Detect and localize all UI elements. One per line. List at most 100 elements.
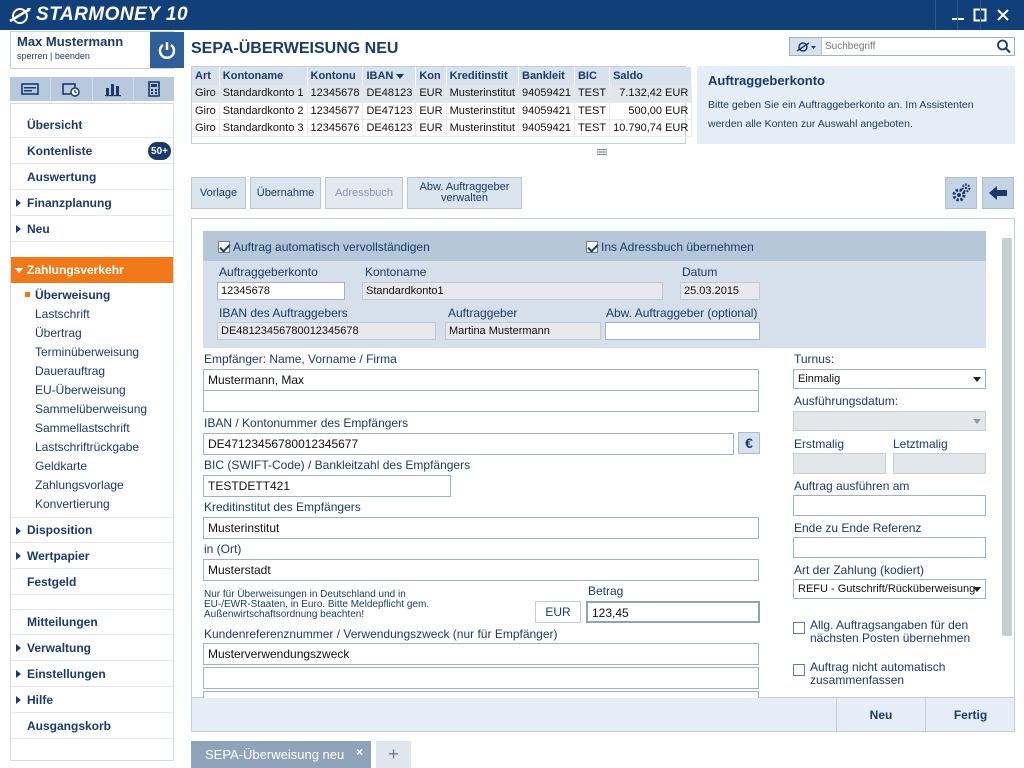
cell-kreditinstitut: Musterinstitut <box>446 102 520 120</box>
nav-item-mitteilungen[interactable]: Mitteilungen <box>11 609 173 635</box>
exec-date-select[interactable] <box>793 411 986 431</box>
settings-button[interactable] <box>945 177 977 209</box>
subnav-item-terminueberweisung[interactable]: Terminüberweisung <box>35 342 139 361</box>
no-merge-checkbox[interactable] <box>793 664 805 676</box>
add-tab-button[interactable]: + <box>376 741 411 768</box>
search-scope-dropdown[interactable] <box>790 38 822 55</box>
payment-type-select[interactable]: REFU - Gutschrift/Rücküberweisung <box>793 579 986 599</box>
city-field[interactable]: Musterstadt <box>203 559 759 581</box>
col-header-art[interactable]: Art <box>192 67 220 85</box>
to-addressbook-checkbox[interactable] <box>586 241 598 253</box>
nav-item-einstellungen[interactable]: Einstellungen <box>11 661 173 687</box>
exec-on-field[interactable] <box>793 495 986 516</box>
nav-item-wertpapier[interactable]: Wertpapier <box>11 543 173 569</box>
subnav-item-ueberweisung[interactable]: Überweisung <box>25 285 110 304</box>
subnav-item-sammelueberweisung[interactable]: Sammelüberweisung <box>35 399 147 418</box>
recipient-name2-field[interactable] <box>203 390 759 412</box>
nav-item-kontenliste[interactable]: Kontenliste 50+ <box>11 138 173 164</box>
col-header-bic[interactable]: BIC <box>574 67 611 85</box>
nav-item-neu[interactable]: Neu <box>11 216 173 242</box>
first-date-label: Erstmalig <box>794 437 845 451</box>
purpose-field-3[interactable] <box>203 691 759 698</box>
table-row[interactable]: Giro Standardkonto 1 12345678 DE48123 EU… <box>192 85 693 103</box>
nav-item-label: Verwaltung <box>27 640 92 655</box>
abw-sender-field[interactable] <box>605 322 760 340</box>
col-header-saldo[interactable]: Saldo <box>609 67 693 85</box>
search-box <box>789 37 1015 56</box>
subnav-item-lastschrift[interactable]: Lastschrift <box>35 304 90 323</box>
nav-item-zahlungsverkehr[interactable]: Zahlungsverkehr <box>11 257 173 283</box>
col-header-bankleitzahl[interactable]: Bankleit <box>518 67 575 85</box>
subnav-item-lastschriftrueckgabe[interactable]: Lastschriftrückgabe <box>35 437 139 456</box>
auto-complete-checkbox[interactable] <box>218 241 230 253</box>
subnav-item-geldkarte[interactable]: Geldkarte <box>35 456 87 475</box>
table-row[interactable]: Giro Standardkonto 2 12345677 DE47123 EU… <box>192 102 693 120</box>
user-links[interactable]: sperren | beenden <box>17 51 90 61</box>
fertig-button[interactable]: Fertig <box>925 698 1015 732</box>
cell-kontoname: Standardkonto 1 <box>219 85 308 103</box>
turnus-select[interactable]: Einmalig <box>793 369 986 389</box>
quick-calculator-button[interactable] <box>134 77 174 101</box>
amount-field[interactable]: 123,45 <box>586 601 760 623</box>
starmoney-logo-icon <box>9 7 31 24</box>
expand-arrow-icon <box>16 644 21 652</box>
euro-calculator-button[interactable]: € <box>738 432 760 454</box>
search-icon[interactable] <box>996 39 1012 54</box>
purpose-field-2[interactable] <box>203 667 759 689</box>
first-date-field[interactable] <box>793 453 886 474</box>
user-box: Max Mustermann sperren | beenden <box>10 31 184 69</box>
col-header-kontonummer[interactable]: Kontonu <box>307 67 364 85</box>
bank-label: Kreditinstitut des Empfängers <box>204 500 361 514</box>
search-input[interactable] <box>822 38 992 55</box>
app-brand: STARMONEY 10 <box>8 4 188 26</box>
subnav-item-sammellastschrift[interactable]: Sammellastschrift <box>35 418 130 437</box>
last-date-field[interactable] <box>893 453 986 474</box>
cell-art: Giro <box>192 119 220 137</box>
iban-sender-label: IBAN des Auftraggebers <box>219 306 348 320</box>
neu-button[interactable]: Neu <box>836 698 925 732</box>
nav-item-verwaltung[interactable]: Verwaltung <box>11 635 173 661</box>
uebernahme-button[interactable]: Übernahme <box>250 177 321 209</box>
cell-kontoname: Standardkonto 3 <box>219 119 308 137</box>
nav-item-auswertung[interactable]: Auswertung <box>11 164 173 190</box>
quick-analysis-button[interactable] <box>93 77 134 101</box>
back-button[interactable] <box>982 177 1014 209</box>
col-header-kontowaehrung[interactable]: Kon <box>415 67 447 85</box>
current-marker-icon <box>25 292 30 297</box>
quick-accounts-button[interactable] <box>10 77 52 101</box>
table-row[interactable]: Giro Standardkonto 3 12345676 DE46123 EU… <box>192 119 693 137</box>
splitter-grip-icon[interactable] <box>597 149 607 155</box>
col-header-iban[interactable]: IBAN <box>362 67 417 85</box>
close-tab-icon[interactable]: × <box>356 745 363 759</box>
subnav-item-zahlungsvorlage[interactable]: Zahlungsvorlage <box>35 475 124 494</box>
close-button[interactable] <box>980 0 1024 30</box>
subnav-item-dauerauftrag[interactable]: Dauerauftrag <box>35 361 105 380</box>
bic-field[interactable]: TESTDETT421 <box>203 475 451 497</box>
quick-schedule-button[interactable] <box>51 77 93 101</box>
iban-field[interactable]: DE47123456780012345677 <box>203 433 734 455</box>
abw-auftraggeber-button[interactable]: Abw. Auftraggeber verwalten <box>407 177 522 209</box>
subnav-item-eu-ueberweisung[interactable]: EU-Überweisung <box>35 380 126 399</box>
nav-item-uebersicht[interactable]: Übersicht <box>11 112 173 138</box>
nav-item-hilfe[interactable]: Hilfe <box>11 687 173 713</box>
purpose-field-1[interactable]: Musterverwendungszweck <box>203 643 759 665</box>
sender-account-field[interactable]: 12345678 <box>217 282 345 300</box>
nav-item-festgeld[interactable]: Festgeld <box>11 569 173 595</box>
col-header-kreditinstitut[interactable]: Kreditinstit <box>446 67 520 85</box>
tab-sepa-ueberweisung[interactable]: SEPA-Überweisung neu × <box>191 741 371 768</box>
col-header-kontoname[interactable]: Kontoname <box>219 67 308 85</box>
e2e-reference-field[interactable] <box>793 537 986 558</box>
logout-button[interactable] <box>150 32 184 68</box>
expand-arrow-icon <box>16 552 21 560</box>
carry-over-checkbox[interactable] <box>793 622 805 634</box>
vorlage-button[interactable]: Vorlage <box>191 177 246 209</box>
nav-item-disposition[interactable]: Disposition <box>11 517 173 543</box>
bank-field[interactable]: Musterinstitut <box>203 517 759 539</box>
nav-item-finanzplanung[interactable]: Finanzplanung <box>11 190 173 216</box>
nav-item-ausgangskorb[interactable]: Ausgangskorb <box>11 713 173 739</box>
recipient-name-field[interactable]: Mustermann, Max <box>203 369 759 391</box>
subnav-item-uebertrag[interactable]: Übertrag <box>35 323 82 342</box>
adressbuch-button[interactable]: Adressbuch <box>325 177 403 209</box>
form-scrollbar-thumb[interactable] <box>1002 238 1012 636</box>
subnav-item-konvertierung[interactable]: Konvertierung <box>35 494 110 513</box>
